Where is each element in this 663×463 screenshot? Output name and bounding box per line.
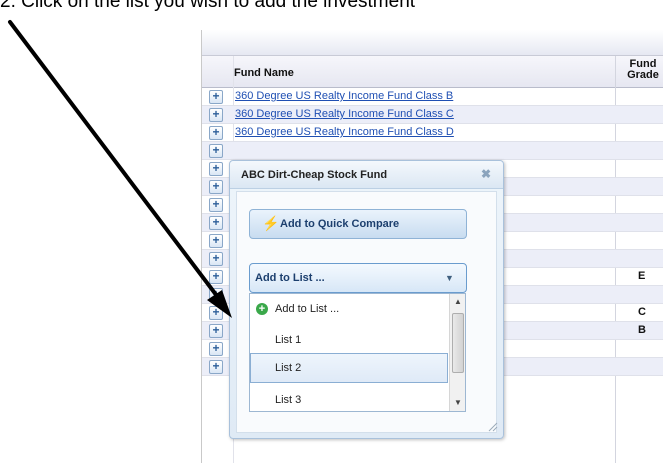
- column-header-fund-grade[interactable]: Fund Grade: [623, 59, 663, 81]
- fund-grade: E: [638, 270, 646, 282]
- popup-title-bar: ABC Dirt-Cheap Stock Fund ✖: [230, 161, 503, 189]
- expand-icon[interactable]: +: [209, 360, 223, 374]
- expand-icon[interactable]: +: [209, 252, 223, 266]
- chevron-down-icon: ▼: [445, 273, 454, 283]
- column-header-fund-name[interactable]: Fund Name: [234, 67, 294, 79]
- fund-name-link[interactable]: 360 Degree US Realty Income Fund Class C: [235, 108, 454, 120]
- scroll-down-icon[interactable]: ▼: [454, 398, 462, 407]
- add-to-list-select-label: Add to List ...: [255, 272, 325, 284]
- expand-icon[interactable]: +: [209, 90, 223, 104]
- dropdown-option-list-1[interactable]: List 1: [250, 323, 448, 351]
- expand-icon[interactable]: +: [209, 306, 223, 320]
- fund-grade: C: [638, 306, 646, 318]
- add-circle-icon: +: [256, 303, 268, 315]
- add-to-list-select[interactable]: Add to List ... ▼: [249, 263, 467, 293]
- lightning-icon: ⚡: [262, 215, 280, 231]
- instruction-text: 2. Click on the list you wish to add the…: [0, 0, 416, 12]
- close-icon[interactable]: ✖: [480, 168, 492, 180]
- dropdown-option-list-3[interactable]: List 3: [250, 384, 448, 412]
- fund-name-link[interactable]: 360 Degree US Realty Income Fund Class D: [235, 126, 454, 138]
- expand-icon[interactable]: +: [209, 180, 223, 194]
- scrollbar-thumb[interactable]: [452, 313, 464, 373]
- expand-icon[interactable]: +: [209, 270, 223, 284]
- add-to-quick-compare-button[interactable]: ⚡ Add to Quick Compare: [249, 209, 467, 239]
- expand-icon[interactable]: +: [209, 324, 223, 338]
- fund-name-link[interactable]: 360 Degree US Realty Income Fund Class B: [235, 90, 453, 102]
- resize-grip-icon[interactable]: [486, 420, 498, 432]
- expand-icon[interactable]: +: [209, 216, 223, 230]
- expand-icon[interactable]: +: [209, 162, 223, 176]
- table-row: +: [202, 142, 663, 160]
- popup-title: ABC Dirt-Cheap Stock Fund: [241, 169, 388, 181]
- dropdown-option-add-to-list[interactable]: + Add to List ...: [250, 294, 448, 322]
- table-row: +360 Degree US Realty Income Fund Class …: [202, 88, 663, 106]
- grid-toolbar: [202, 30, 663, 56]
- expand-icon[interactable]: +: [209, 342, 223, 356]
- dropdown-option-list-2[interactable]: List 2: [250, 353, 448, 383]
- add-to-quick-compare-label: Add to Quick Compare: [280, 218, 400, 230]
- scroll-up-icon[interactable]: ▲: [454, 297, 462, 306]
- grid-header: Fund Name Fund Grade: [202, 56, 663, 88]
- expand-icon[interactable]: +: [209, 198, 223, 212]
- dropdown-scrollbar[interactable]: ▲ ▼: [449, 294, 465, 411]
- add-to-list-dropdown: + Add to List ... List 1 List 2 List 3 ▲…: [249, 293, 466, 412]
- expand-icon[interactable]: +: [209, 234, 223, 248]
- expand-icon[interactable]: +: [209, 126, 223, 140]
- fund-grade: B: [638, 324, 646, 336]
- table-row: +360 Degree US Realty Income Fund Class …: [202, 124, 663, 142]
- table-row: +360 Degree US Realty Income Fund Class …: [202, 106, 663, 124]
- expand-icon[interactable]: +: [209, 288, 223, 302]
- expand-icon[interactable]: +: [209, 144, 223, 158]
- expand-icon[interactable]: +: [209, 108, 223, 122]
